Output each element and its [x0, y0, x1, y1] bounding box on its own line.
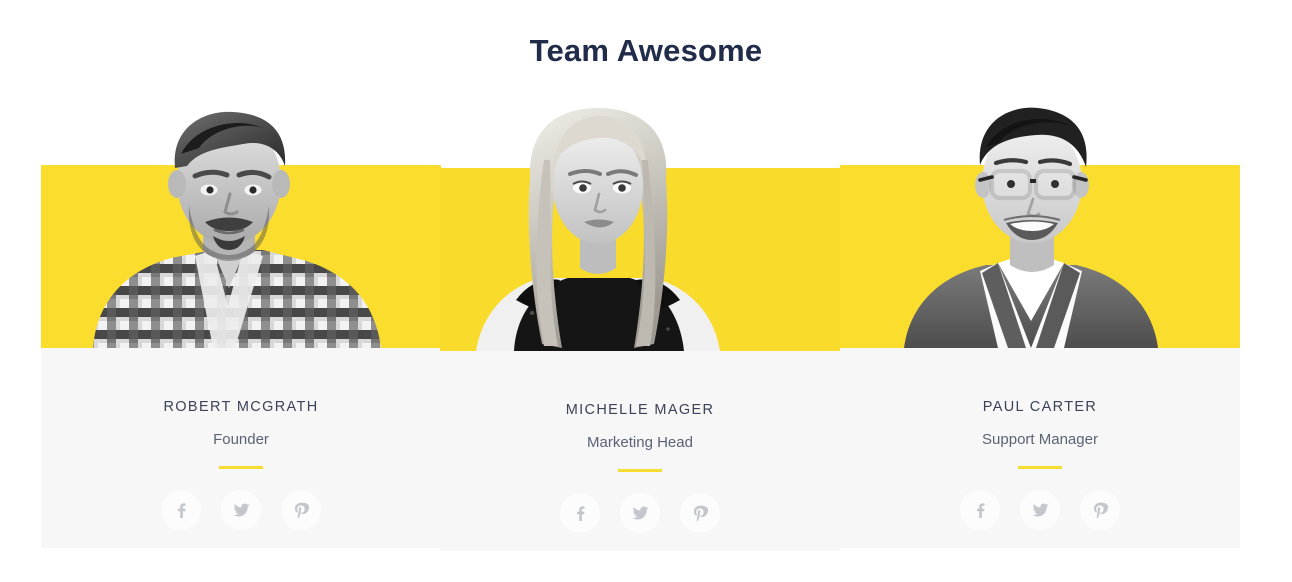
member-name: ROBERT MCGRATH — [163, 399, 319, 415]
team-member-list: ROBERT MCGRATH Founder MICHELLE MAGER Ma… — [41, 107, 1240, 552]
team-member-card[interactable]: PAUL CARTER Support Manager — [840, 107, 1240, 548]
pinterest-link[interactable] — [680, 493, 720, 533]
social-links — [440, 493, 840, 533]
member-name: PAUL CARTER — [982, 399, 1098, 415]
social-links — [41, 490, 441, 530]
pinterest-link[interactable] — [1080, 490, 1120, 530]
twitter-icon — [233, 502, 250, 518]
member-photo-band — [840, 107, 1240, 348]
member-role: Support Manager — [982, 431, 1098, 448]
team-section: Team Awesome ROBERT MCGRATH Founder MICH… — [0, 0, 1292, 582]
pinterest-icon — [693, 505, 708, 521]
facebook-link[interactable] — [560, 493, 600, 533]
member-portrait — [458, 108, 738, 351]
member-role: Marketing Head — [587, 434, 693, 451]
facebook-link[interactable] — [161, 490, 201, 530]
member-info-panel: ROBERT MCGRATH Founder — [41, 348, 441, 548]
twitter-link[interactable] — [620, 493, 660, 533]
member-name: MICHELLE MAGER — [565, 402, 715, 418]
facebook-icon — [572, 505, 588, 521]
social-links — [840, 490, 1240, 530]
member-photo-band — [41, 111, 441, 348]
member-photo-band — [440, 108, 840, 351]
twitter-icon — [1032, 502, 1049, 518]
facebook-icon — [173, 502, 189, 518]
team-member-card[interactable]: ROBERT MCGRATH Founder — [41, 110, 441, 548]
page-title: Team Awesome — [529, 33, 763, 68]
member-info-panel: PAUL CARTER Support Manager — [840, 348, 1240, 548]
accent-divider — [1018, 466, 1062, 469]
member-role: Founder — [213, 431, 269, 448]
facebook-icon — [972, 502, 988, 518]
pinterest-icon — [1093, 502, 1108, 518]
twitter-link[interactable] — [1020, 490, 1060, 530]
accent-divider — [219, 466, 263, 469]
team-member-card[interactable]: MICHELLE MAGER Marketing Head — [440, 108, 840, 551]
facebook-link[interactable] — [960, 490, 1000, 530]
twitter-icon — [632, 505, 649, 521]
pinterest-link[interactable] — [281, 490, 321, 530]
member-info-panel: MICHELLE MAGER Marketing Head — [440, 351, 840, 551]
pinterest-icon — [294, 502, 309, 518]
member-portrait — [63, 110, 393, 348]
accent-divider — [618, 469, 662, 472]
member-portrait — [886, 107, 1176, 348]
twitter-link[interactable] — [221, 490, 261, 530]
